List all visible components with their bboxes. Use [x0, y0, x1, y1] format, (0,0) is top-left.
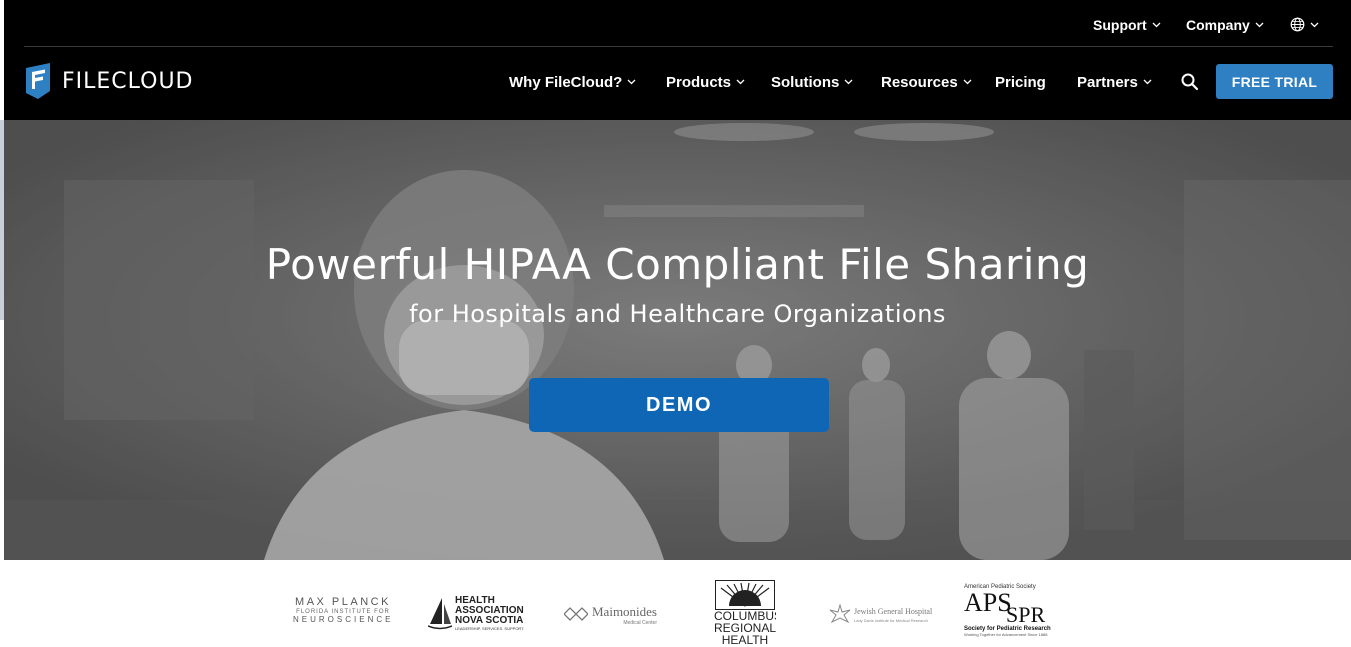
hero-banner: Powerful HIPAA Compliant File Sharing fo…	[4, 120, 1351, 560]
logo-text: Jewish General Hospital	[854, 607, 933, 616]
logo-text: SPR	[1006, 602, 1046, 627]
chevron-down-icon	[1143, 79, 1152, 85]
left-edge-strip	[0, 0, 4, 647]
support-menu[interactable]: Support	[1093, 17, 1161, 33]
nav-solutions[interactable]: Solutions	[771, 72, 853, 92]
chevron-down-icon	[1310, 22, 1319, 28]
logo-text: Medical Center	[623, 620, 657, 626]
chevron-down-icon	[627, 79, 636, 85]
client-logos-strip: MAX PLANCK FLORIDA INSTITUTE FOR NEUROSC…	[4, 560, 1351, 647]
nav-label: Why FileCloud?	[509, 73, 623, 91]
logo-text: NEUROSCIENCE	[293, 615, 394, 624]
nav-pricing[interactable]: Pricing	[995, 72, 1046, 92]
chevron-down-icon	[963, 79, 972, 85]
globe-icon	[1290, 17, 1305, 32]
logo-text: NOVA SCOTIA	[455, 615, 524, 626]
nav-label: Solutions	[771, 73, 840, 91]
nav-why-filecloud[interactable]: Why FileCloud?	[509, 72, 636, 92]
demo-button[interactable]: DEMO	[529, 378, 829, 432]
nav-label: Partners	[1077, 73, 1138, 91]
logo-text: APS	[964, 588, 1012, 617]
columbus-regional-health-logo: COLUMBUS REGIONAL HEALTH	[714, 580, 776, 647]
company-label: Company	[1186, 17, 1250, 33]
chevron-down-icon	[1152, 22, 1161, 28]
logo-text: LEADERSHIP. SERVICES. SUPPORT.	[455, 626, 525, 631]
left-edge-mark	[0, 120, 4, 320]
nav-label: Resources	[881, 73, 958, 91]
support-label: Support	[1093, 17, 1147, 33]
brand-name: FILECLOUD	[62, 68, 194, 94]
health-association-nova-scotia-logo: HEALTH ASSOCIATION NOVA SCOTIA LEADERSHI…	[428, 596, 528, 638]
sunburst-icon	[715, 580, 775, 610]
hero-title: Powerful HIPAA Compliant File Sharing	[265, 240, 1090, 289]
max-planck-logo: MAX PLANCK FLORIDA INSTITUTE FOR NEUROSC…	[293, 596, 393, 624]
hero-background-image	[4, 120, 1351, 560]
filecloud-logo-icon	[24, 62, 52, 100]
maimonides-mark-icon	[564, 607, 588, 621]
maimonides-logo: Maimonides Medical Center	[564, 604, 674, 628]
filecloud-logo[interactable]: FILECLOUD	[24, 62, 194, 100]
jewish-general-hospital-logo: Jewish General Hospital Lady Davis Insti…	[829, 604, 939, 630]
site-header: Support Company FILECLOUD Why FileCloud?…	[4, 0, 1351, 120]
nav-resources[interactable]: Resources	[881, 72, 972, 92]
language-menu[interactable]	[1290, 17, 1319, 32]
nav-label: Pricing	[995, 73, 1046, 91]
nav-label: Products	[666, 73, 732, 91]
free-trial-button[interactable]: FREE TRIAL	[1216, 64, 1333, 99]
logo-text: Lady Davis Institute for Medical Researc…	[854, 618, 928, 623]
nav-products[interactable]: Products	[666, 72, 745, 92]
sailboat-icon	[428, 598, 452, 630]
utility-bar: Support Company	[24, 0, 1333, 47]
logo-text: Working Together for Advancement Since 1…	[964, 632, 1048, 637]
chevron-down-icon	[736, 79, 745, 85]
search-icon[interactable]	[1180, 72, 1200, 92]
logo-text: Maimonides	[592, 604, 657, 619]
company-menu[interactable]: Company	[1186, 17, 1264, 33]
logo-text: HEALTH	[721, 633, 769, 647]
chevron-down-icon	[844, 79, 853, 85]
hero-subtitle: for Hospitals and Healthcare Organizatio…	[409, 300, 946, 328]
nav-partners[interactable]: Partners	[1077, 72, 1152, 92]
aps-spr-logo: American Pediatric Society APS SPR Socie…	[964, 584, 1072, 647]
leaf-emblem-icon	[829, 604, 851, 624]
chevron-down-icon	[1255, 22, 1264, 28]
logo-text: MAX PLANCK	[295, 596, 391, 608]
